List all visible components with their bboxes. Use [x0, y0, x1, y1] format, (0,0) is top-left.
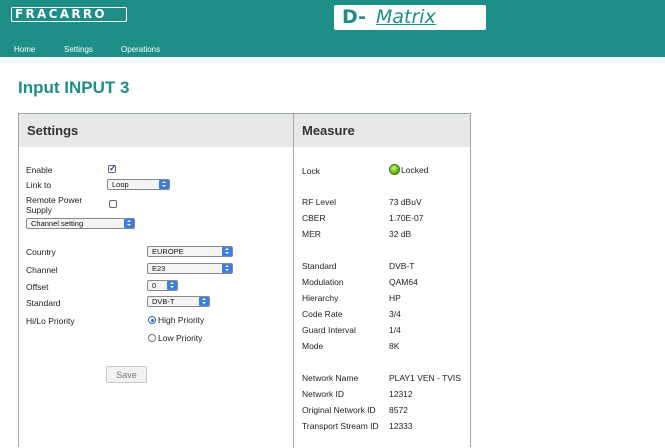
guard-interval-value: 1/4: [389, 325, 401, 335]
link-to-label: Link to: [26, 180, 52, 190]
d-matrix-logo: D- Matrix: [334, 5, 486, 30]
hierarchy-value: HP: [389, 293, 401, 303]
rf-level-label: RF Level: [302, 197, 337, 207]
cber-label: CBER: [302, 213, 326, 223]
original-network-id-value: 8572: [389, 405, 408, 415]
transport-stream-id-label: Transport Stream ID: [302, 421, 379, 431]
chevron-updown-icon: [167, 281, 177, 290]
enable-label: Enable: [26, 165, 53, 175]
original-network-id-label: Original Network ID: [302, 405, 376, 415]
modulation-label: Modulation: [302, 277, 344, 287]
standard-label: Standard: [26, 298, 61, 308]
enable-checkbox[interactable]: [108, 163, 117, 174]
channel-select[interactable]: E23: [147, 263, 233, 274]
country-select[interactable]: EUROPE: [147, 246, 233, 257]
offset-label: Offset: [26, 282, 49, 292]
fracarro-logo: FRACARRO: [11, 7, 127, 22]
code-rate-value: 3/4: [389, 309, 401, 319]
chevron-updown-icon: [199, 297, 209, 306]
mer-value: 32 dB: [389, 229, 412, 239]
chevron-updown-icon: [159, 180, 169, 189]
high-priority-label: High Priority: [158, 315, 205, 325]
network-name-label: Network Name: [302, 373, 359, 383]
remote-power-label-2: Supply: [26, 205, 52, 215]
cber-value: 1.70E-07: [389, 213, 424, 223]
settings-header: Settings: [19, 114, 294, 147]
standard-select[interactable]: DVB-T: [147, 296, 210, 307]
priority-label: Hi/Lo Priority: [26, 316, 75, 326]
mode-select[interactable]: Channel setting: [26, 218, 135, 229]
mode-label: Mode: [302, 341, 324, 351]
nav-operations[interactable]: Operations: [121, 45, 160, 54]
high-priority-radio[interactable]: [148, 316, 156, 324]
modulation-value: QAM64: [389, 277, 418, 287]
panel-divider: [293, 147, 294, 448]
network-id-label: Network ID: [302, 389, 345, 399]
link-to-select[interactable]: Loop: [107, 179, 170, 190]
network-id-value: 12312: [389, 389, 413, 399]
mer-label: MER: [302, 229, 321, 239]
lock-indicator-icon: [389, 164, 400, 175]
save-button[interactable]: Save: [106, 366, 147, 383]
standard-measure-value: DVB-T: [389, 261, 415, 271]
chevron-updown-icon: [222, 247, 232, 256]
measure-header: Measure: [294, 114, 470, 147]
remote-power-label: Remote Power: [26, 195, 83, 205]
remote-power-checkbox[interactable]: [109, 200, 117, 208]
country-label: Country: [26, 247, 56, 257]
code-rate-label: Code Rate: [302, 309, 343, 319]
rf-level-value: 73 dBuV: [389, 197, 422, 207]
lock-value: Locked: [401, 165, 429, 175]
nav-home[interactable]: Home: [14, 45, 35, 54]
chevron-updown-icon: [222, 264, 232, 273]
channel-label: Channel: [26, 265, 58, 275]
low-priority-radio[interactable]: [148, 334, 156, 342]
low-priority-label: Low Priority: [158, 333, 203, 343]
page-title: Input INPUT 3: [18, 78, 130, 97]
guard-interval-label: Guard Interval: [302, 325, 356, 335]
network-name-value: PLAY1 VEN - TVIS: [389, 373, 461, 383]
lock-label: Lock: [302, 166, 320, 176]
chevron-updown-icon: [124, 219, 134, 228]
hierarchy-label: Hierarchy: [302, 293, 339, 303]
offset-select[interactable]: 0: [147, 280, 178, 291]
standard-measure-label: Standard: [302, 261, 337, 271]
top-bar: FRACARRO D- Matrix Home Settings Operatio…: [0, 0, 665, 57]
mode-value: 8K: [389, 341, 400, 351]
nav-settings[interactable]: Settings: [64, 45, 93, 54]
transport-stream-id-value: 12333: [389, 421, 413, 431]
